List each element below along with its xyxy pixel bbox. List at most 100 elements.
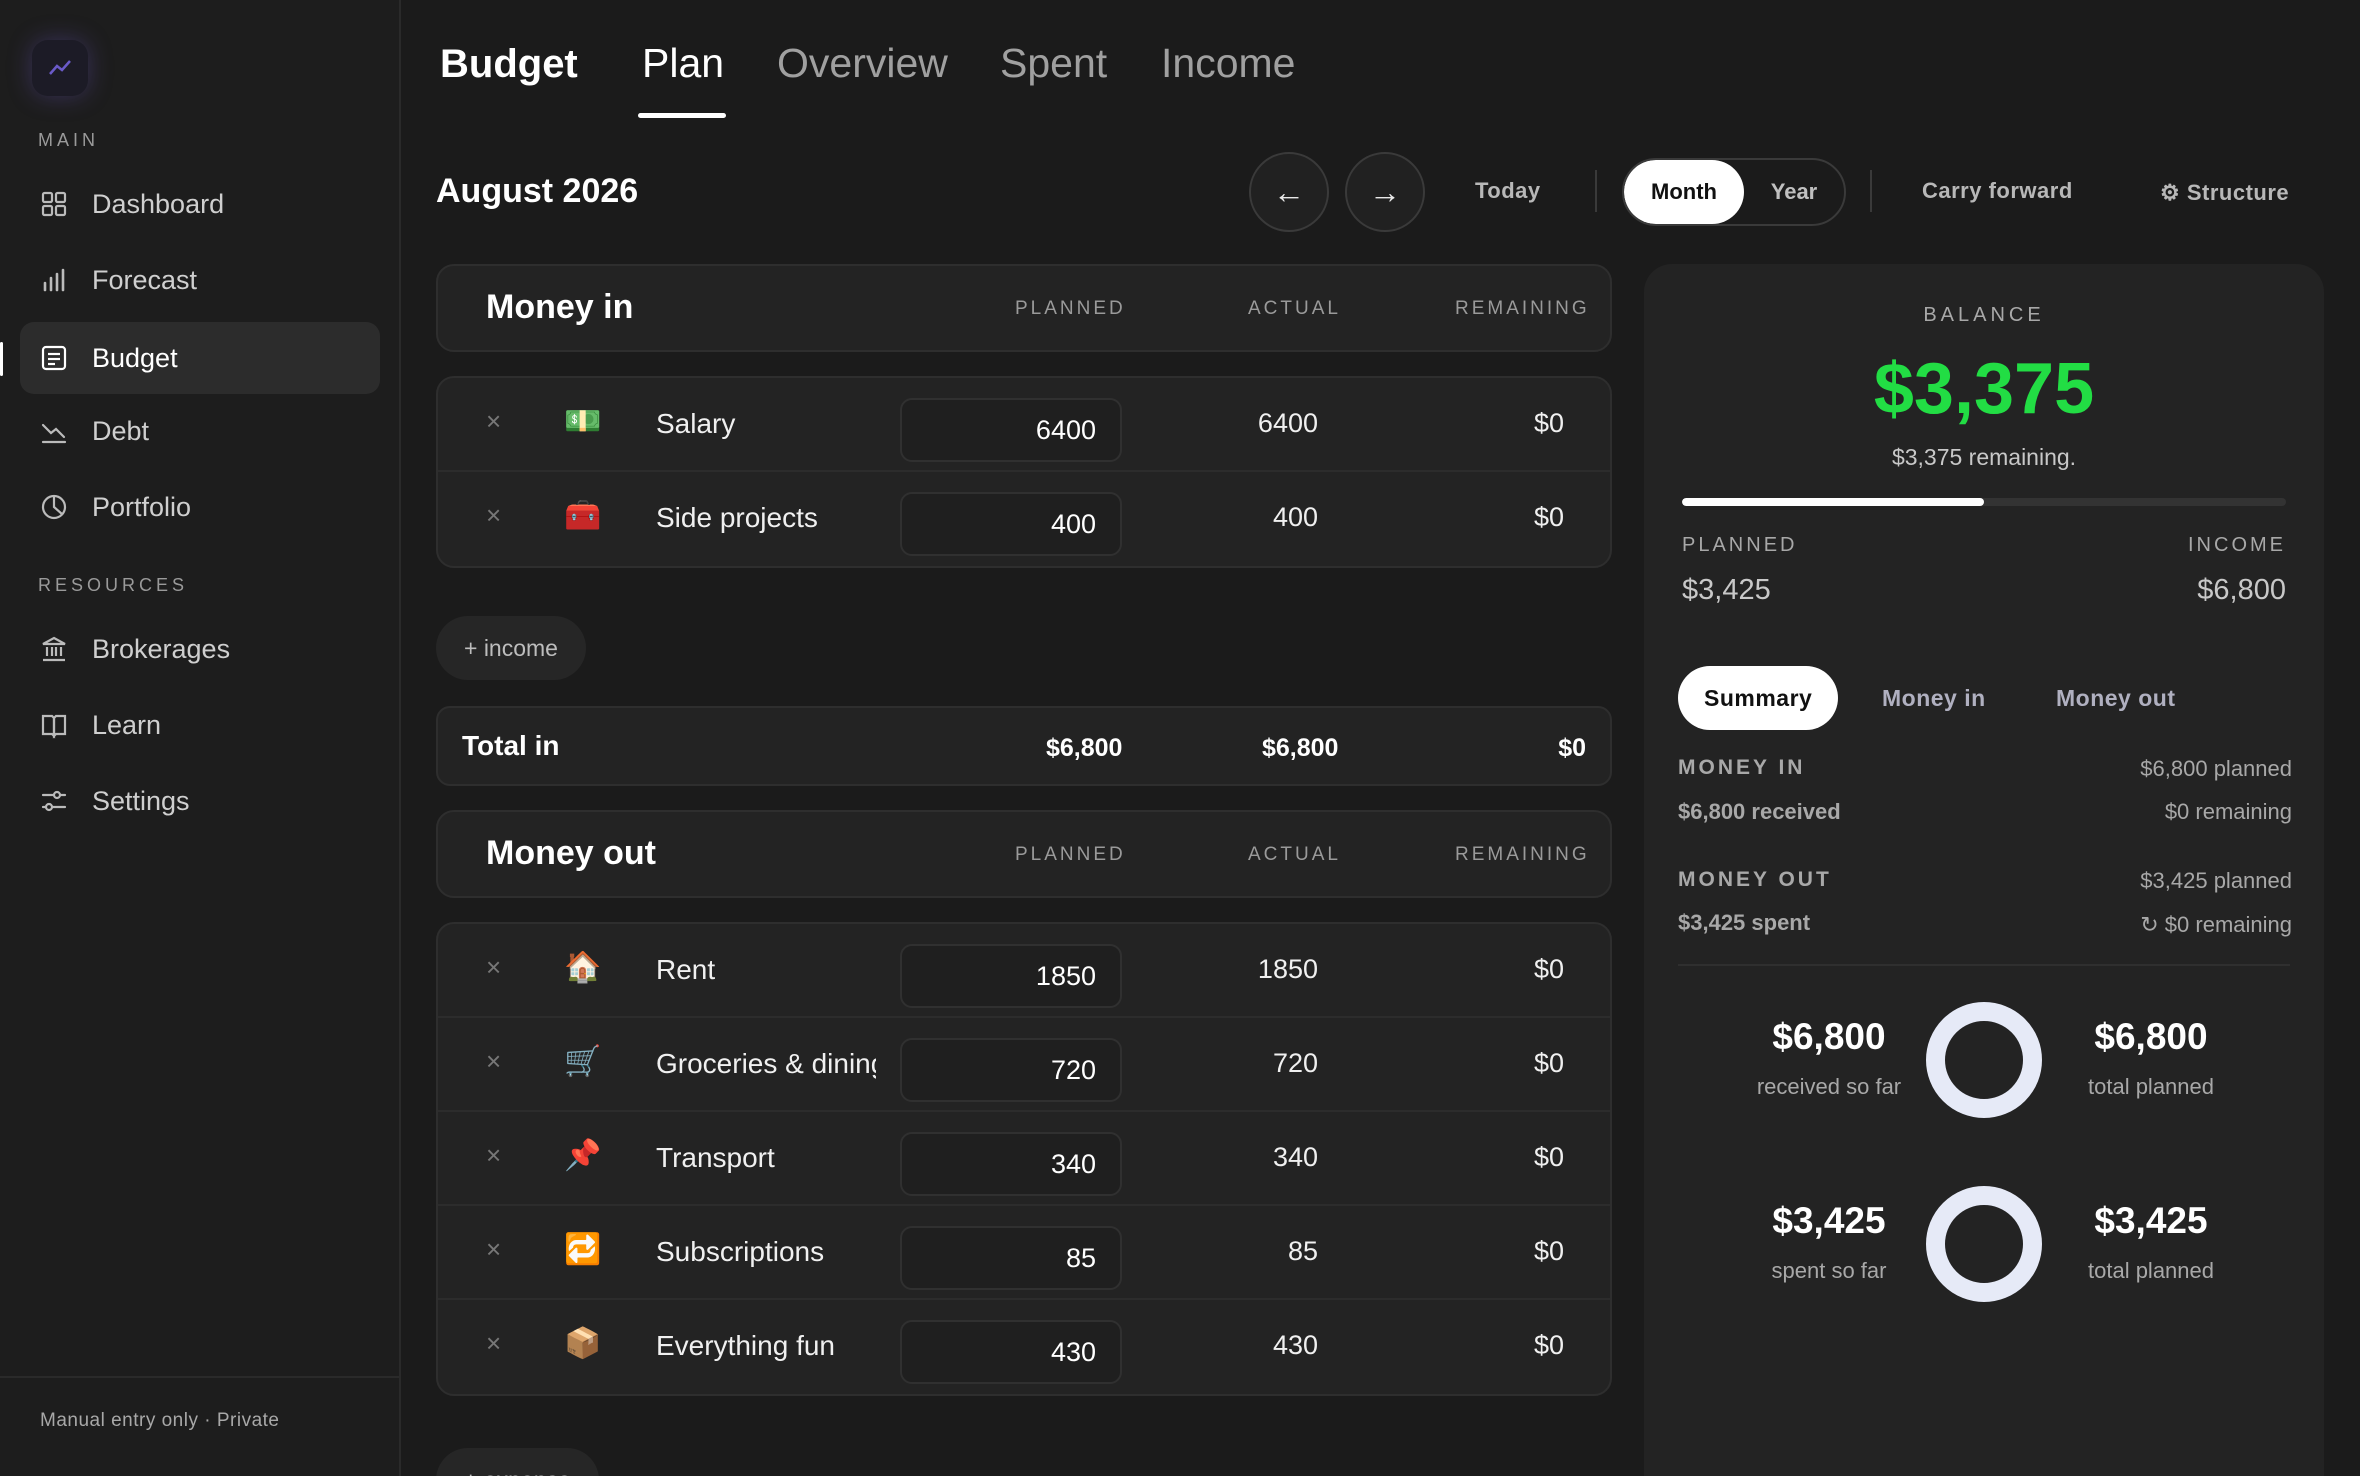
section-label-main: MAIN [38, 130, 99, 150]
planned-input[interactable]: 1850 [900, 944, 1122, 1008]
app-logo-icon[interactable] [32, 40, 88, 96]
tab-spent[interactable]: Spent [1000, 40, 1107, 87]
remove-row-icon[interactable]: × [486, 952, 501, 983]
row-name[interactable]: Salary [656, 408, 876, 440]
tab-plan[interactable]: Plan [642, 40, 724, 87]
remaining-value: $0 [1533, 1330, 1564, 1360]
add-expense-button[interactable]: + expense [436, 1448, 599, 1476]
sidebar-item-portfolio[interactable]: Portfolio [20, 471, 380, 543]
sidebar-footer: Manual entry only · Private [40, 1410, 280, 1431]
balance-subtitle: $3,375 remaining. [1891, 444, 2077, 470]
sidebar-item-label: Dashboard [92, 188, 225, 219]
remove-row-icon[interactable]: × [486, 1234, 501, 1265]
grid-icon [38, 188, 70, 220]
money-in-header: Money in PLANNED ACTUAL REMAINING [436, 264, 1612, 352]
arrow-right-icon: → [1369, 173, 1401, 210]
category-emoji-icon: 🔁 [564, 1233, 602, 1266]
section-label-resources: RESOURCES [38, 575, 189, 595]
sidebar-item-label: Budget [92, 342, 178, 373]
total-planned-in-label: total planned [2088, 1074, 2214, 1099]
remove-row-icon[interactable]: × [486, 1140, 501, 1171]
pie-icon [38, 491, 70, 523]
table-row: × 📦 Everything fun 430 430 $0 [438, 1300, 1610, 1394]
money-in-heading: MONEY IN [1678, 756, 1806, 779]
bar-chart-icon [38, 264, 70, 296]
book-icon [38, 709, 70, 741]
category-emoji-icon: 💵 [564, 405, 602, 438]
divider [1678, 964, 2290, 966]
remove-row-icon[interactable]: × [486, 406, 501, 437]
money-in-planned: $6,800 planned [2140, 756, 2292, 781]
sidebar-item-budget[interactable]: Budget [20, 322, 380, 394]
add-income-button[interactable]: + income [436, 616, 586, 680]
money-out-spent: $3,425 spent [1678, 910, 1811, 935]
remaining-value: $0 [1533, 954, 1564, 984]
money-out-remaining: ↻ $0 remaining [2140, 912, 2292, 937]
next-period-button[interactable]: → [1345, 152, 1425, 232]
column-header-planned: PLANNED [1015, 844, 1126, 865]
sidebar-item-learn[interactable]: Learn [20, 689, 380, 761]
sidebar-item-dashboard[interactable]: Dashboard [20, 168, 380, 240]
trend-down-icon [38, 415, 70, 447]
row-name[interactable]: Groceries & dining [656, 1048, 876, 1080]
planned-input[interactable]: 340 [900, 1132, 1122, 1196]
money-in-received: $6,800 received [1678, 799, 1841, 824]
money-out-header: Money out PLANNED ACTUAL REMAINING [436, 810, 1612, 898]
row-name[interactable]: Rent [656, 954, 876, 986]
prev-period-button[interactable]: ← [1249, 152, 1329, 232]
year-toggle-button[interactable]: Year [1744, 160, 1844, 224]
divider [0, 1376, 399, 1378]
remaining-value: $0 [1533, 1236, 1564, 1266]
remove-row-icon[interactable]: × [486, 500, 501, 531]
remove-row-icon[interactable]: × [486, 1328, 501, 1359]
structure-button[interactable]: ⚙ Structure [2160, 180, 2289, 206]
column-header-remaining: REMAINING [1455, 844, 1590, 865]
active-indicator [0, 342, 3, 376]
tab-overview[interactable]: Overview [777, 40, 948, 87]
table-row: × 🏠 Rent 1850 1850 $0 [438, 924, 1610, 1018]
total-planned-out-label: total planned [2088, 1258, 2214, 1283]
actual-value: 6400 [1257, 408, 1318, 438]
today-button[interactable]: Today [1475, 178, 1541, 204]
row-name[interactable]: Subscriptions [656, 1236, 876, 1268]
divider [1595, 170, 1597, 212]
month-toggle-button[interactable]: Month [1624, 160, 1744, 224]
row-name[interactable]: Everything fun [656, 1330, 876, 1362]
planned-input[interactable]: 6400 [900, 398, 1122, 462]
category-emoji-icon: 🏠 [564, 951, 602, 984]
sidebar-item-label: Learn [92, 709, 162, 740]
planned-input[interactable]: 430 [900, 1320, 1122, 1384]
sidebar-item-brokerages[interactable]: Brokerages [20, 613, 380, 685]
tab-income[interactable]: Income [1161, 40, 1295, 87]
sidebar-item-label: Portfolio [92, 491, 192, 522]
sidebar-item-settings[interactable]: Settings [20, 765, 380, 837]
tab-money-in[interactable]: Money in [1882, 666, 1986, 730]
remaining-value: $0 [1533, 1142, 1564, 1172]
row-name[interactable]: Transport [656, 1142, 876, 1174]
planned-input[interactable]: 720 [900, 1038, 1122, 1102]
carry-forward-button[interactable]: Carry forward [1922, 178, 2073, 204]
sidebar-item-forecast[interactable]: Forecast [20, 244, 380, 316]
actual-value: 340 [1272, 1142, 1318, 1172]
remove-row-icon[interactable]: × [486, 1046, 501, 1077]
sidebar-item-label: Forecast [92, 264, 198, 295]
planned-input[interactable]: 85 [900, 1226, 1122, 1290]
tab-summary[interactable]: Summary [1678, 666, 1839, 730]
sidebar-item-debt[interactable]: Debt [20, 395, 380, 467]
sidebar-item-label: Settings [92, 785, 190, 816]
row-name[interactable]: Side projects [656, 502, 876, 534]
progress-fill [1682, 498, 1984, 506]
total-actual: $6,800 [1262, 734, 1339, 762]
column-header-actual: ACTUAL [1248, 844, 1341, 865]
divider [1870, 170, 1872, 212]
received-so-far-label: received so far [1756, 1074, 1902, 1099]
planned-input[interactable]: 400 [900, 492, 1122, 556]
arrow-left-icon: ← [1273, 173, 1305, 210]
total-in-row: Total in $6,800 $6,800 $0 [436, 706, 1612, 786]
remaining-value: $0 [1533, 502, 1564, 532]
page-title: Budget [440, 42, 578, 86]
tab-money-out[interactable]: Money out [2056, 666, 2176, 730]
balance-panel: BALANCE $3,375 $3,375 remaining. PLANNED… [1644, 264, 2324, 1476]
money-out-heading: MONEY OUT [1678, 868, 1832, 891]
table-row: × 📌 Transport 340 340 $0 [438, 1112, 1610, 1206]
